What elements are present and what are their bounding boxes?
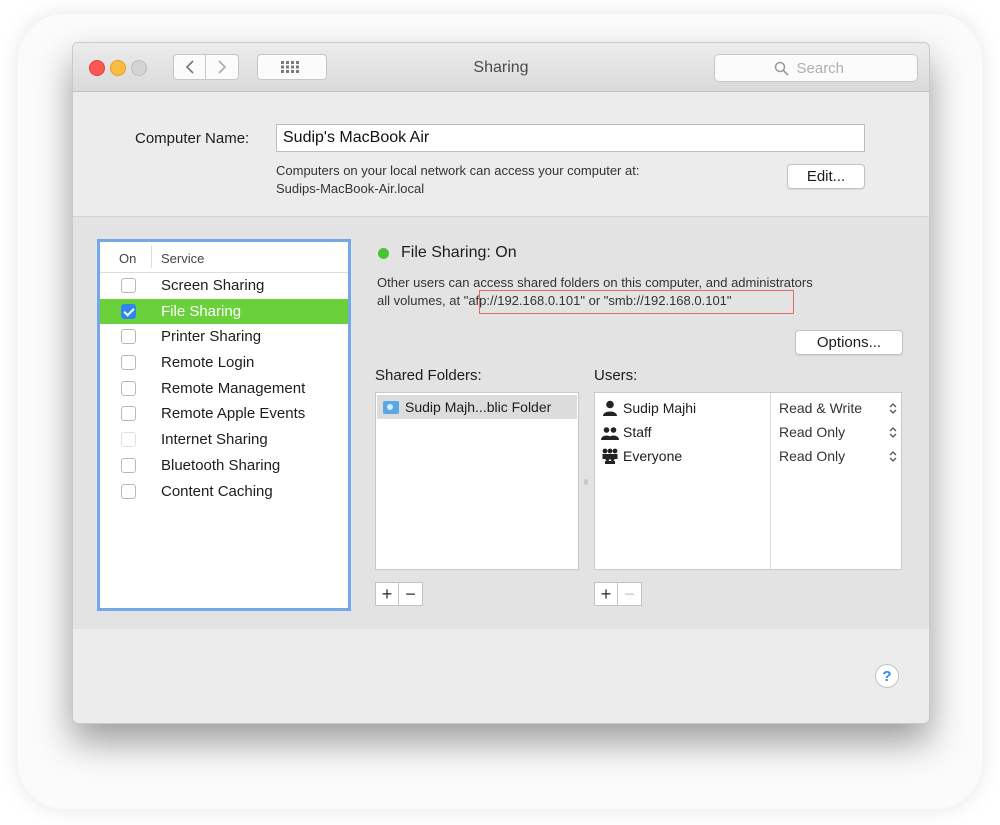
service-row-screen-sharing[interactable]: Screen Sharing [100,273,348,299]
title-bar: Sharing [73,43,929,92]
search-input[interactable] [794,58,859,78]
shared-folder-name: Sudip Majh...blic Folder [405,399,552,415]
service-name: Remote Management [161,379,306,397]
service-name: Printer Sharing [161,328,262,346]
updown-chevron-icon [889,402,897,414]
service-name: Screen Sharing [161,277,265,294]
service-row-remote-apple-events[interactable]: Remote Apple Events [100,401,348,427]
service-list[interactable]: On Service Screen Sharing File Sharing P… [97,239,351,611]
service-list-header: On Service [100,242,348,273]
user-row-sudip-majhi[interactable]: Sudip Majhi [601,396,696,420]
status-desc-prefix: all volumes, at [377,293,464,308]
edit-hostname-button[interactable]: Edit... [787,164,865,189]
search-icon [774,61,789,76]
everyone-group-icon [602,448,618,464]
user-row-staff[interactable]: Staff [601,420,652,444]
service-name: Remote Apple Events [161,405,306,423]
service-row-content-caching[interactable]: Content Caching [100,479,348,505]
computer-name-input[interactable] [276,124,865,152]
checkbox[interactable] [121,457,136,473]
remove-shared-folder-button[interactable]: − [399,582,423,606]
permission-select-sudip-majhi[interactable]: Read & Write [779,396,897,420]
service-row-file-sharing[interactable]: File Sharing [100,298,348,325]
status-indicator-icon [378,248,389,259]
users-column-separator [770,393,771,569]
checkbox[interactable] [121,329,136,345]
user-name: Staff [623,424,652,440]
computer-name-label: Computer Name: [135,130,250,147]
users-list[interactable]: Sudip Majhi Read & Write Staff Read Only… [594,392,902,570]
user-row-everyone[interactable]: Everyone [601,444,682,468]
sharing-window: Sharing Computer Name: Computers on your… [72,42,930,724]
checkbox-disabled [121,432,136,448]
permission-value: Read & Write [779,400,862,416]
checkbox[interactable] [121,406,136,422]
permission-select-staff[interactable]: Read Only [779,420,897,444]
network-access-text: Computers on your local network can acce… [276,163,640,178]
service-row-bluetooth-sharing[interactable]: Bluetooth Sharing [100,453,348,479]
add-shared-folder-button[interactable]: + [375,582,399,606]
permission-value: Read Only [779,448,846,464]
service-name: Content Caching [161,482,273,500]
status-label: File Sharing: On [401,244,517,261]
group-users-icon [601,427,619,440]
permission-value: Read Only [779,424,846,440]
checkbox-checked[interactable] [121,303,136,319]
updown-chevron-icon [889,426,897,438]
user-name: Sudip Majhi [623,400,697,416]
service-name: Bluetooth Sharing [161,456,281,474]
service-name: File Sharing [161,302,242,320]
checkbox[interactable] [121,278,136,293]
split-view-handle[interactable] [584,479,588,485]
users-label: Users: [594,367,638,384]
address-highlight-box [479,290,794,314]
computer-name-description: Computers on your local network can acce… [276,162,639,198]
checkbox[interactable] [121,483,136,499]
user-name: Everyone [623,448,683,464]
service-row-remote-management[interactable]: Remote Management [100,376,348,402]
add-user-button[interactable]: + [594,582,618,606]
service-row-remote-login[interactable]: Remote Login [100,350,348,376]
service-row-internet-sharing[interactable]: Internet Sharing [100,427,348,453]
help-button[interactable]: ? [875,664,899,688]
users-add-remove: + − [594,582,642,606]
service-name: Remote Login [161,354,255,372]
service-row-printer-sharing[interactable]: Printer Sharing [100,324,348,350]
search-field[interactable] [714,54,918,82]
single-user-icon [603,400,617,416]
shared-folder-row[interactable]: Sudip Majh...blic Folder [377,395,577,419]
local-hostname: Sudips-MacBook-Air.local [276,181,425,196]
checkbox[interactable] [121,380,136,396]
permission-select-everyone[interactable]: Read Only [779,444,897,468]
column-separator [151,246,152,268]
remove-user-button[interactable]: − [618,582,642,606]
column-header-on: On [119,251,137,266]
shared-folders-list[interactable]: Sudip Majh...blic Folder [375,392,579,570]
shared-folders-add-remove: + − [375,582,423,606]
updown-chevron-icon [889,450,897,462]
column-header-service: Service [161,251,205,266]
shared-folders-label: Shared Folders: [375,367,482,384]
service-name: Internet Sharing [161,431,268,449]
checkbox[interactable] [121,355,136,371]
public-folder-icon [383,400,399,414]
options-button[interactable]: Options... [795,330,903,355]
